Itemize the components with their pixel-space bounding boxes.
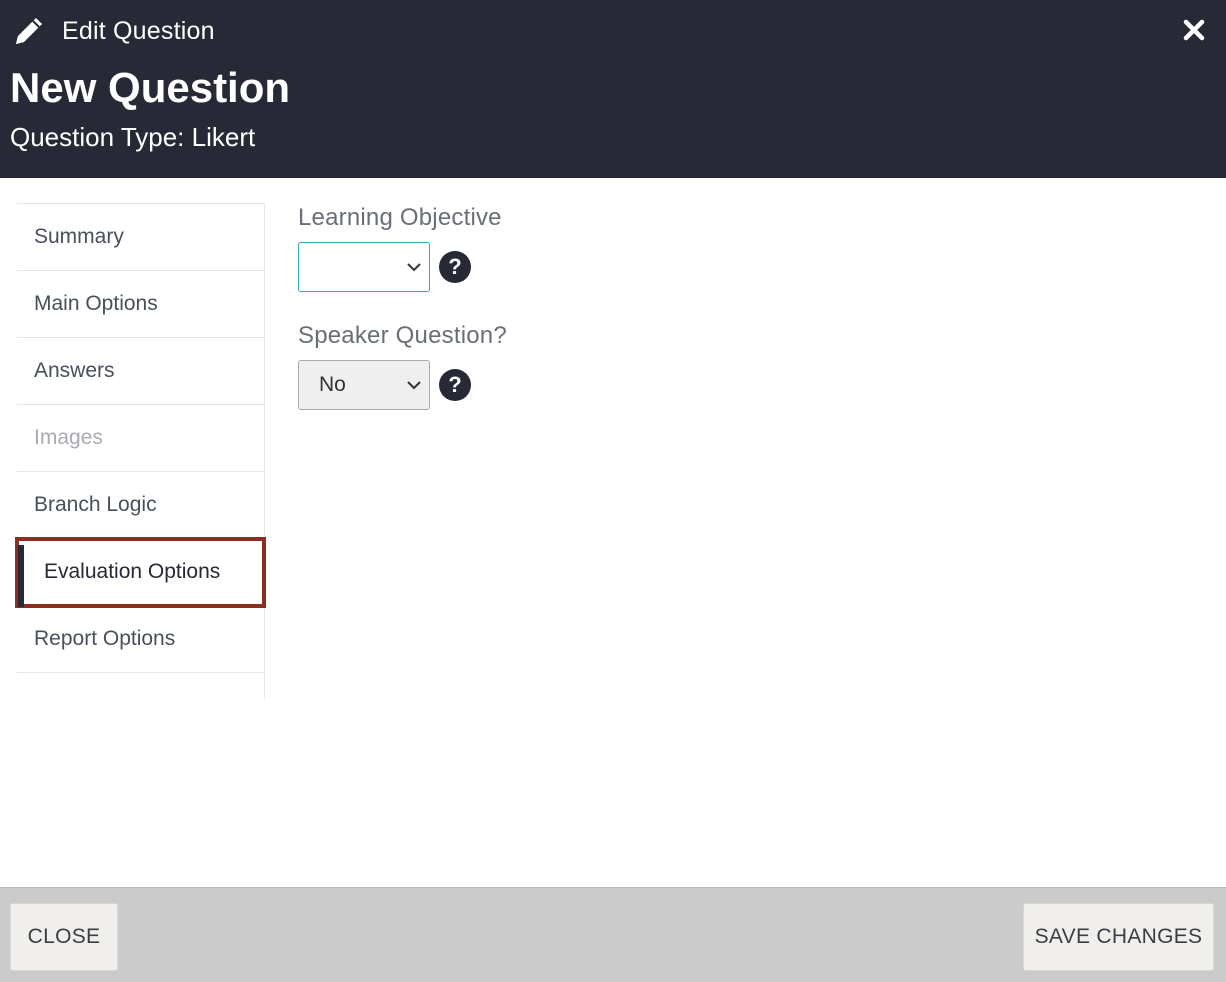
chevron-down-icon <box>407 380 421 389</box>
speaker-question-row: No ? <box>298 360 507 410</box>
sidebar-item-images: Images <box>17 405 264 472</box>
learning-objective-select[interactable] <box>298 242 430 292</box>
sidebar-item-label: Branch Logic <box>34 493 157 516</box>
help-icon[interactable]: ? <box>439 251 471 283</box>
modal-footer: CLOSE SAVE CHANGES <box>0 887 1226 982</box>
sidebar-item-main-options[interactable]: Main Options <box>17 271 264 338</box>
sidebar-item-answers[interactable]: Answers <box>17 338 264 405</box>
question-title: New Question <box>10 64 291 111</box>
modal-header: Edit Question New Question Question Type… <box>0 0 1226 178</box>
sidebar-item-label: Answers <box>34 359 115 382</box>
learning-objective-row: ? <box>298 242 507 292</box>
sidebar-item-branch-logic[interactable]: Branch Logic <box>17 472 264 539</box>
sidebar-nav: Summary Main Options Answers Images Bran… <box>15 203 266 699</box>
select-value: No <box>319 373 346 396</box>
sidebar-item-evaluation-options[interactable]: Evaluation Options <box>15 537 266 608</box>
sidebar-item-summary[interactable]: Summary <box>17 204 264 271</box>
sidebar-item-label: Images <box>34 426 103 449</box>
speaker-question-select[interactable]: No <box>298 360 430 410</box>
edit-question-label: Edit Question <box>62 16 215 45</box>
help-icon[interactable]: ? <box>439 369 471 401</box>
sidebar-item-label: Evaluation Options <box>44 560 221 583</box>
question-type: Question Type: Likert <box>10 122 256 152</box>
learning-objective-label: Learning Objective <box>298 204 502 231</box>
sidebar-item-label: Summary <box>34 225 124 248</box>
sidebar-item-label: Main Options <box>34 292 158 315</box>
save-changes-button[interactable]: SAVE CHANGES <box>1023 903 1214 971</box>
close-icon[interactable] <box>1182 18 1206 42</box>
sidebar-item-report-options[interactable]: Report Options <box>17 606 264 673</box>
chevron-down-icon <box>407 262 421 271</box>
edit-header-row: Edit Question <box>12 14 215 48</box>
active-indicator <box>18 545 24 607</box>
speaker-question-label: Speaker Question? <box>298 322 507 349</box>
close-button[interactable]: CLOSE <box>10 903 118 971</box>
pencil-icon <box>12 14 46 48</box>
sidebar-item-label: Report Options <box>34 627 176 650</box>
evaluation-options-panel: Learning Objective ? Speaker Question? N… <box>298 204 507 440</box>
